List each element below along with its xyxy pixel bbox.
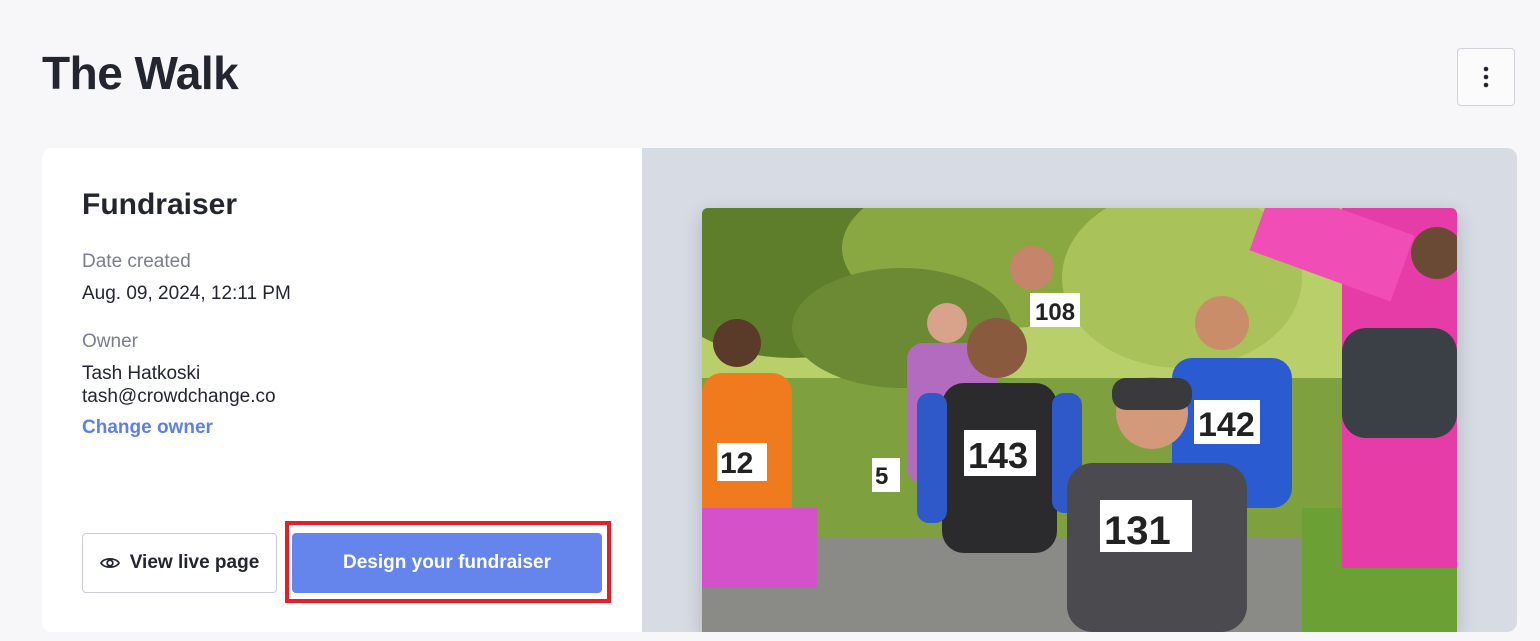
date-created-label: Date created <box>82 251 191 272</box>
eye-icon <box>99 557 120 569</box>
owner-label: Owner <box>82 331 138 352</box>
view-live-page-label: View live page <box>129 552 260 573</box>
bib-number: 143 <box>968 435 1028 476</box>
card-heading: Fundraiser <box>82 188 238 221</box>
bib-number: 131 <box>1104 509 1171 553</box>
change-owner-link[interactable]: Change owner <box>82 417 213 439</box>
vertical-ellipsis-icon <box>1483 66 1489 88</box>
more-options-button[interactable] <box>1457 48 1515 106</box>
cover-photo-panel: 12 108 5 143 142 131 <box>642 148 1517 632</box>
date-created-value: Aug. 09, 2024, 12:11 PM <box>82 283 291 304</box>
design-fundraiser-button[interactable]: Design your fundraiser <box>292 533 602 593</box>
bib-number: 108 <box>1035 299 1075 326</box>
fundraiser-details: Fundraiser Date created Aug. 09, 2024, 1… <box>42 148 642 632</box>
bib-number: 12 <box>720 447 753 480</box>
view-live-page-button[interactable]: View live page <box>82 533 277 593</box>
page-title: The Walk <box>42 47 239 99</box>
fundraiser-card: Fundraiser Date created Aug. 09, 2024, 1… <box>42 148 1517 632</box>
owner-name: Tash Hatkoski <box>82 363 201 384</box>
owner-email: tash@crowdchange.co <box>82 386 276 407</box>
cover-photo: 12 108 5 143 142 131 <box>702 208 1457 632</box>
bib-number: 5 <box>875 463 888 490</box>
bib-number: 142 <box>1198 406 1255 444</box>
